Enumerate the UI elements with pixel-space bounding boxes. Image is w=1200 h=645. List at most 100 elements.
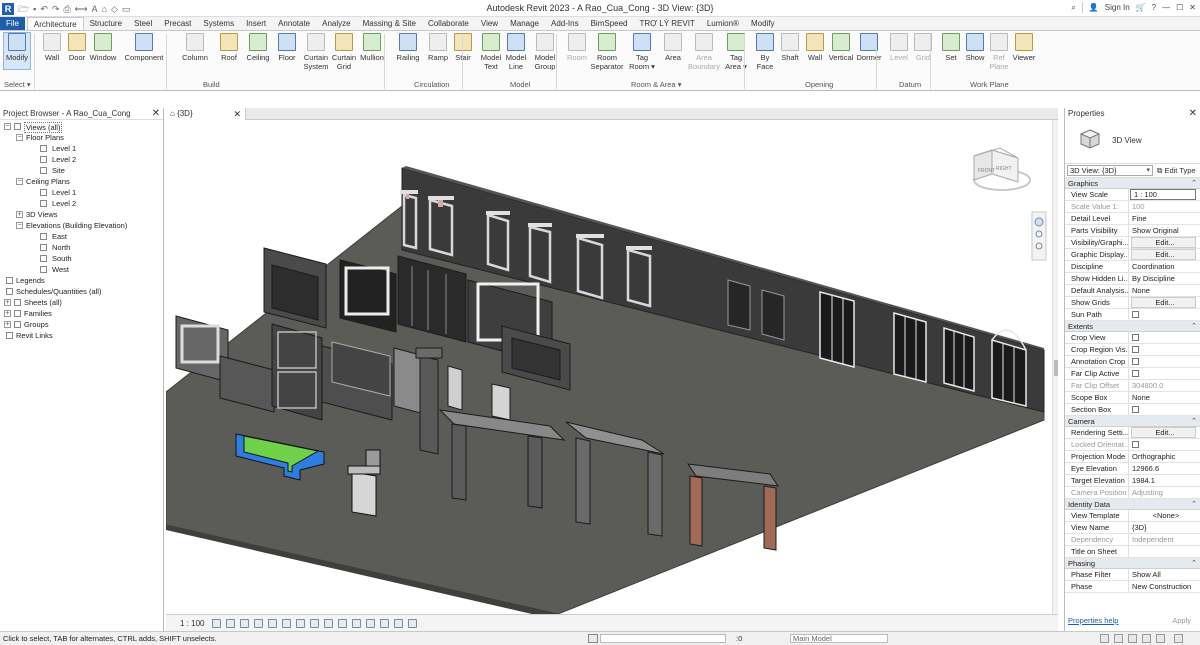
viewport-scrollbar[interactable] [1052, 120, 1058, 614]
tree-item[interactable]: +3D Views [0, 209, 163, 220]
tab-file[interactable]: File [0, 17, 25, 30]
collapse-icon[interactable]: ⌃ [1191, 558, 1197, 569]
edit-type-button[interactable]: ⧉ Edit Type [1157, 165, 1196, 176]
property-value[interactable]: Coordination [1129, 261, 1200, 272]
property-value[interactable]: 1984.1 [1129, 475, 1200, 486]
tree-item[interactable]: Level 1 [0, 187, 163, 198]
collapse-icon[interactable]: ⌃ [1191, 499, 1197, 510]
property-value[interactable] [1129, 344, 1200, 355]
filter-icon[interactable] [1174, 634, 1183, 643]
tree-item[interactable]: North [0, 242, 163, 253]
tree-item[interactable]: Level 2 [0, 154, 163, 165]
tab-manage[interactable]: Manage [504, 17, 545, 30]
property-value[interactable]: None [1129, 392, 1200, 403]
property-group-phasing[interactable]: Phasing ⌃ [1065, 558, 1200, 569]
tab-3d-view[interactable]: ⌂ {3D} ✕ [166, 108, 246, 120]
ribbon-button-railing[interactable]: Railing [394, 33, 422, 62]
property-value[interactable]: Show Original [1129, 225, 1200, 236]
crop-view-icon[interactable] [296, 619, 305, 628]
property-value[interactable] [1129, 368, 1200, 379]
tree-item[interactable]: Site [0, 165, 163, 176]
cart-icon[interactable]: 🛒 [1136, 3, 1146, 12]
ribbon-button-ceiling[interactable]: Ceiling [244, 33, 272, 62]
collapse-icon[interactable]: − [16, 222, 23, 229]
view-scale[interactable]: 1 : 100 [180, 619, 204, 628]
design-option-field[interactable]: Main Model [790, 634, 888, 643]
tree-item[interactable]: Legends [0, 275, 163, 286]
temp-hide-icon[interactable] [324, 619, 333, 628]
tree-item[interactable]: Schedules/Quantities (all) [0, 286, 163, 297]
tree-item[interactable]: West [0, 264, 163, 275]
checkbox[interactable] [1132, 334, 1139, 341]
active-workset-field[interactable] [600, 634, 726, 643]
property-value[interactable]: Edit... [1131, 297, 1196, 308]
checkbox[interactable] [1132, 311, 1139, 318]
ribbon-button-ramp[interactable]: Ramp [424, 33, 452, 62]
select-links-icon[interactable] [1114, 634, 1123, 643]
property-value[interactable]: Edit... [1131, 427, 1196, 438]
ribbon-button-roof[interactable]: Roof [215, 33, 243, 62]
panel-label-opening[interactable]: Opening [805, 80, 833, 89]
select-underlay-icon[interactable] [1128, 634, 1137, 643]
ribbon-button-column[interactable]: Column [181, 33, 209, 62]
collapse-icon[interactable]: ⌃ [1191, 416, 1197, 427]
ribbon-button-area-boundary[interactable]: Area Boundary [688, 33, 720, 71]
tree-item[interactable]: − Views (all) [0, 121, 163, 133]
tree-item[interactable]: + Families [0, 308, 163, 319]
panel-label-build[interactable]: Build [203, 80, 220, 89]
property-value[interactable] [1129, 309, 1200, 320]
close-icon[interactable]: ✕ [1189, 108, 1197, 120]
tab-bimspeed[interactable]: BimSpeed [585, 17, 634, 30]
collapse-icon[interactable]: − [16, 134, 23, 141]
tab-steel[interactable]: Steel [128, 17, 158, 30]
property-value[interactable] [1129, 404, 1200, 415]
tab-analyze[interactable]: Analyze [316, 17, 356, 30]
collapse-icon[interactable]: − [16, 178, 23, 185]
ribbon-button-viewer[interactable]: Viewer [1010, 33, 1038, 62]
panel-label-room-area-[interactable]: Room & Area ▾ [631, 80, 681, 89]
property-value[interactable]: 1 : 100 [1130, 189, 1196, 200]
ribbon-button-room[interactable]: Room [563, 33, 591, 62]
select-panel-dropdown[interactable]: Select ▾ [4, 80, 31, 89]
tab-architecture[interactable]: Architecture [26, 17, 84, 30]
ribbon-button-tag-room-[interactable]: Tag Room ▾ [628, 33, 656, 71]
temporary-view-icon[interactable] [366, 619, 375, 628]
apply-button[interactable]: Apply [1172, 615, 1191, 627]
tree-item[interactable]: + Groups [0, 319, 163, 330]
ribbon-button-grid[interactable]: Grid [909, 33, 937, 62]
property-group-extents[interactable]: Extents ⌃ [1065, 321, 1200, 332]
ribbon-button-ref-plane[interactable]: Ref Plane [985, 33, 1013, 71]
ribbon-button-mullion[interactable]: Mullion [358, 33, 386, 62]
close-icon[interactable]: ✕ [152, 108, 160, 120]
ribbon-button-model-text[interactable]: Model Text [477, 33, 505, 71]
ribbon-button-curtain-system[interactable]: Curtain System [302, 33, 330, 71]
property-value[interactable]: Show All [1129, 569, 1200, 580]
ribbon-button-floor[interactable]: Floor [273, 33, 301, 62]
maximize-button[interactable]: ☐ [1176, 3, 1183, 12]
property-value[interactable]: 12966.6 [1129, 463, 1200, 474]
highlight-icon[interactable] [394, 619, 403, 628]
render-icon[interactable] [268, 619, 277, 628]
show-crop-icon[interactable] [310, 619, 319, 628]
search-icon[interactable]: ⌕ [1071, 3, 1075, 13]
checkbox[interactable] [1132, 370, 1139, 377]
detail-level-icon[interactable] [212, 619, 221, 628]
tree-item[interactable]: − Ceiling Plans [0, 176, 163, 187]
visual-style-icon[interactable] [226, 619, 235, 628]
checkbox[interactable] [1132, 358, 1139, 365]
tab-add-ins[interactable]: Add-Ins [545, 17, 585, 30]
ribbon-button-window[interactable]: Window [89, 33, 117, 62]
property-group-graphics[interactable]: Graphics ⌃ [1065, 178, 1200, 189]
property-value[interactable]: <None> [1129, 510, 1200, 521]
property-value[interactable]: Fine [1129, 213, 1200, 224]
property-value[interactable]: By Discipline [1129, 273, 1200, 284]
worksets-icon[interactable] [588, 634, 598, 643]
expand-icon[interactable]: + [16, 211, 23, 218]
tab-collaborate[interactable]: Collaborate [422, 17, 475, 30]
3d-viewport[interactable]: FRONT RIGHT [166, 120, 1050, 614]
navigation-bar[interactable] [1031, 211, 1047, 261]
shadows-icon[interactable] [254, 619, 263, 628]
ribbon-button-tag-area-[interactable]: Tag Area ▾ [722, 33, 750, 71]
tab-tr-l-revit[interactable]: TRỢ LÝ REVIT [634, 17, 701, 30]
property-value[interactable]: Edit... [1131, 237, 1196, 248]
